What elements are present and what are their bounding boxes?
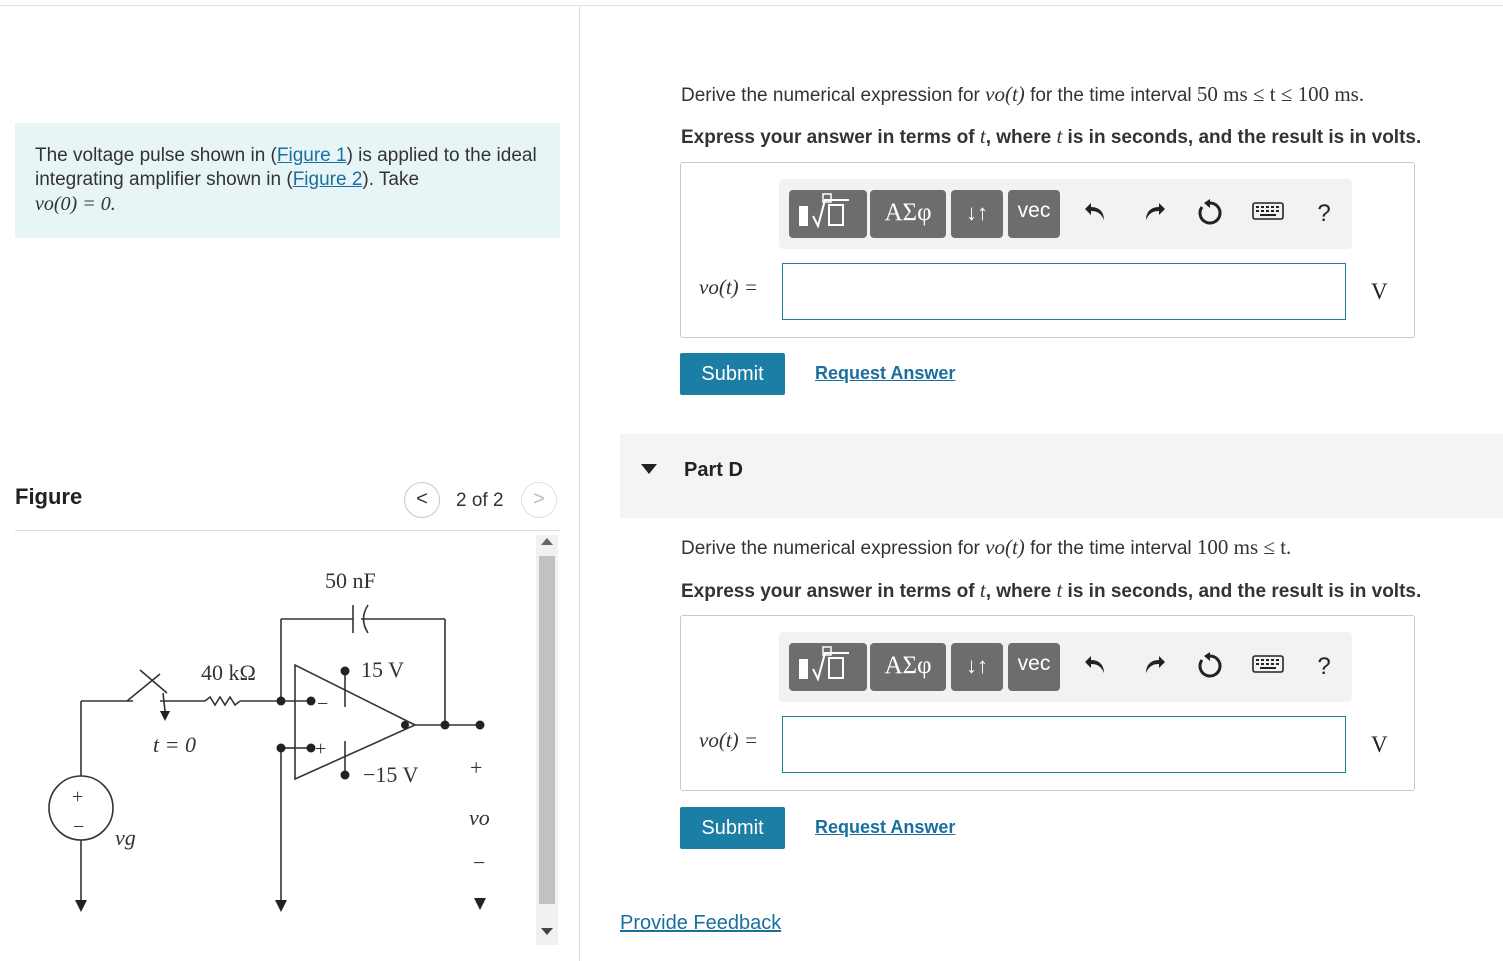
noninverting-input-sign: + xyxy=(315,738,326,760)
previous-figure-button[interactable]: < xyxy=(404,482,440,518)
keyboard-icon[interactable] xyxy=(1251,652,1285,682)
scroll-up-arrow-icon[interactable] xyxy=(541,538,553,545)
output-plus-sign: + xyxy=(470,755,482,780)
circuit-diagram: 50 nF 40 kΩ 15 V −15 V t = 0 vg vo + − +… xyxy=(48,568,490,912)
math-toolbar: ΑΣφ ↓↑ vec ? xyxy=(779,179,1352,249)
pane-divider[interactable] xyxy=(579,5,580,961)
resistor-label: 40 kΩ xyxy=(201,660,256,685)
part-c-answer-box: ΑΣφ ↓↑ vec ? vo(t) = V xyxy=(680,162,1415,338)
answer-unit: V xyxy=(1371,279,1388,304)
source-plus-sign: + xyxy=(72,786,83,808)
request-answer-link[interactable]: Request Answer xyxy=(815,363,955,384)
negative-supply-label: −15 V xyxy=(363,762,419,787)
source-minus-sign: − xyxy=(73,816,84,838)
figure-1-link[interactable]: Figure 1 xyxy=(277,145,347,166)
problem-text: The voltage pulse shown in ( xyxy=(35,145,277,166)
part-d-instruction: Express your answer in terms of t, where… xyxy=(681,578,1422,602)
reset-icon[interactable] xyxy=(1195,199,1225,229)
templates-icon xyxy=(799,646,849,682)
top-divider xyxy=(0,5,1503,6)
answer-label: vo(t) = xyxy=(699,275,759,299)
vector-button[interactable]: vec xyxy=(1008,643,1060,691)
keyboard-icon[interactable] xyxy=(1251,199,1285,229)
figure-2-link[interactable]: Figure 2 xyxy=(293,169,363,190)
provide-feedback-link[interactable]: Provide Feedback xyxy=(620,912,781,935)
scroll-down-arrow-icon[interactable] xyxy=(541,928,553,935)
source-label: vg xyxy=(115,825,136,850)
part-d-question: Derive the numerical expression for vo(t… xyxy=(681,535,1292,559)
submit-button[interactable]: Submit xyxy=(680,807,785,849)
vector-button[interactable]: vec xyxy=(1008,190,1060,238)
figure-divider xyxy=(15,530,560,531)
greek-symbols-button[interactable]: ΑΣφ xyxy=(870,643,946,691)
templates-button[interactable] xyxy=(789,643,867,691)
output-label: vo xyxy=(469,805,490,830)
part-d-header[interactable]: Part D xyxy=(620,434,1503,518)
scrollbar-thumb[interactable] xyxy=(539,556,555,904)
resistor xyxy=(204,695,241,707)
switch xyxy=(126,673,161,702)
templates-button[interactable] xyxy=(789,190,867,238)
help-icon[interactable]: ? xyxy=(1309,652,1339,682)
part-c-instruction: Express your answer in terms of t, where… xyxy=(681,124,1422,148)
part-d-title: Part D xyxy=(684,459,743,481)
undo-icon[interactable] xyxy=(1081,199,1111,229)
answer-input[interactable] xyxy=(782,716,1346,773)
greek-symbols-button[interactable]: ΑΣφ xyxy=(870,190,946,238)
math-toolbar: ΑΣφ ↓↑ vec ? xyxy=(779,632,1352,702)
redo-icon[interactable] xyxy=(1139,199,1169,229)
output-minus-sign: − xyxy=(473,850,485,875)
submit-button[interactable]: Submit xyxy=(680,353,785,395)
switch-time-label: t = 0 xyxy=(153,732,196,757)
redo-icon[interactable] xyxy=(1139,652,1169,682)
problem-statement: The voltage pulse shown in (Figure 1) is… xyxy=(15,123,560,238)
answer-label: vo(t) = xyxy=(699,728,759,752)
part-c-question: Derive the numerical expression for vo(t… xyxy=(681,82,1365,106)
arrows-button[interactable]: ↓↑ xyxy=(951,190,1003,238)
problem-text: ). Take xyxy=(362,169,420,190)
figure-counter: 2 of 2 xyxy=(456,490,504,511)
capacitor-label: 50 nF xyxy=(325,568,376,593)
inverting-input-sign: − xyxy=(317,693,328,715)
undo-icon[interactable] xyxy=(1081,652,1111,682)
next-figure-button[interactable]: > xyxy=(521,482,557,518)
figure-title: Figure xyxy=(15,484,83,509)
templates-icon xyxy=(799,193,849,229)
collapse-caret-icon[interactable] xyxy=(641,464,657,474)
request-answer-link[interactable]: Request Answer xyxy=(815,817,955,838)
answer-input[interactable] xyxy=(782,263,1346,320)
help-icon[interactable]: ? xyxy=(1309,199,1339,229)
positive-supply-label: 15 V xyxy=(361,657,404,682)
part-d-answer-box: ΑΣφ ↓↑ vec ? vo(t) = V xyxy=(680,615,1415,791)
reset-icon[interactable] xyxy=(1195,652,1225,682)
arrows-button[interactable]: ↓↑ xyxy=(951,643,1003,691)
initial-condition: vo(0) = 0. xyxy=(35,193,116,215)
answer-unit: V xyxy=(1371,732,1388,757)
